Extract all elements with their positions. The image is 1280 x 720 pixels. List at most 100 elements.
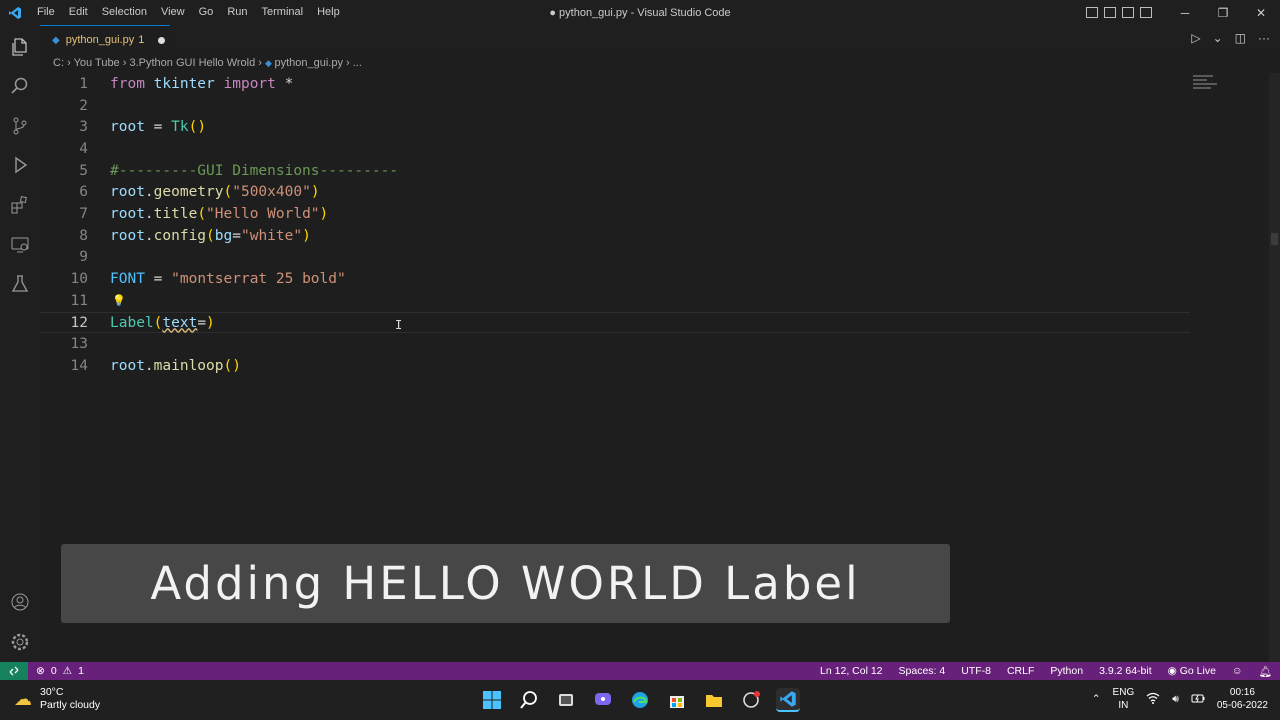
partly-cloudy-icon: ☁ bbox=[14, 688, 32, 709]
code-line[interactable]: 5 #---------GUI Dimensions--------- bbox=[40, 160, 1190, 182]
code-line[interactable]: 13 bbox=[40, 333, 1190, 355]
microsoft-store-icon[interactable] bbox=[665, 688, 689, 712]
indentation[interactable]: Spaces: 4 bbox=[899, 665, 946, 677]
run-debug-icon[interactable] bbox=[8, 153, 32, 177]
tab-python-gui[interactable]: ◆ python_gui.py 1 bbox=[40, 25, 170, 54]
line-text: FONT = "montserrat 25 bold" bbox=[110, 271, 346, 288]
code-line[interactable]: 2 bbox=[40, 95, 1190, 117]
line-number: 5 bbox=[79, 162, 88, 179]
time: 00:16 bbox=[1229, 687, 1255, 698]
menu-go[interactable]: Go bbox=[192, 0, 221, 25]
menu-help[interactable]: Help bbox=[310, 0, 347, 25]
breadcrumb-symbols[interactable]: ... bbox=[353, 57, 362, 69]
testing-icon[interactable] bbox=[8, 272, 32, 296]
code-line[interactable]: 9 bbox=[40, 247, 1190, 269]
more-actions-icon[interactable]: ··· bbox=[1258, 31, 1270, 45]
code-line[interactable]: 8 root.config(bg="white") bbox=[40, 225, 1190, 247]
file-explorer-icon[interactable] bbox=[702, 688, 726, 712]
menu-terminal[interactable]: Terminal bbox=[255, 0, 311, 25]
unsaved-dot-icon[interactable] bbox=[158, 36, 166, 44]
line-number: 13 bbox=[70, 336, 88, 353]
code-line[interactable]: 6 root.geometry("500x400") bbox=[40, 182, 1190, 204]
battery-icon[interactable] bbox=[1191, 692, 1205, 707]
warning-icon: ⚠ bbox=[62, 665, 73, 677]
vertical-scrollbar[interactable] bbox=[1269, 73, 1280, 662]
line-number: 14 bbox=[70, 357, 88, 374]
minimize-button[interactable]: ─ bbox=[1166, 6, 1204, 20]
breadcrumb-drive[interactable]: C: bbox=[53, 57, 64, 69]
end-of-line[interactable]: CRLF bbox=[1007, 665, 1034, 677]
windows-start-icon[interactable] bbox=[480, 688, 504, 712]
encoding[interactable]: UTF-8 bbox=[961, 665, 991, 677]
cursor-position[interactable]: Ln 12, Col 12 bbox=[820, 665, 882, 677]
line-number: 10 bbox=[70, 271, 88, 288]
code-line[interactable]: 11 💡 bbox=[40, 290, 1190, 312]
run-python-file-icon[interactable]: ▷ bbox=[1191, 31, 1200, 45]
vscode-taskbar-icon[interactable] bbox=[776, 688, 800, 712]
edge-browser-icon[interactable] bbox=[628, 688, 652, 712]
scrollbar-thumb[interactable] bbox=[1271, 233, 1278, 245]
language-mode[interactable]: Python bbox=[1050, 665, 1083, 677]
editor-tab-bar: ◆ python_gui.py 1 ▷ ⌄ ◫ ··· bbox=[40, 25, 1280, 54]
search-icon[interactable] bbox=[8, 74, 32, 98]
extensions-icon[interactable] bbox=[8, 193, 32, 217]
system-clock[interactable]: 00:16 05-06-2022 bbox=[1217, 686, 1268, 712]
line-text: #---------GUI Dimensions--------- bbox=[110, 162, 399, 179]
toggle-panel-icon[interactable] bbox=[1104, 7, 1116, 18]
remote-explorer-icon[interactable] bbox=[8, 233, 32, 257]
code-line-current[interactable]: 12 Label(text=) bbox=[40, 311, 1190, 334]
tab-label: python_gui.py bbox=[65, 34, 135, 46]
weather-widget[interactable]: ☁ 30°C Partly cloudy bbox=[14, 686, 100, 712]
run-dropdown-icon[interactable]: ⌄ bbox=[1213, 31, 1223, 45]
settings-gear-icon[interactable] bbox=[8, 630, 32, 654]
temperature: 30°C bbox=[40, 686, 64, 698]
date: 05-06-2022 bbox=[1216, 700, 1268, 711]
code-line[interactable]: 10 FONT = "montserrat 25 bold" bbox=[40, 268, 1190, 290]
menu-run[interactable]: Run bbox=[220, 0, 254, 25]
feedback-icon[interactable]: ☺ bbox=[1232, 665, 1243, 677]
line-number: 12 bbox=[70, 314, 88, 331]
problems-status[interactable]: ⊗ 0 ⚠ 1 bbox=[28, 665, 84, 677]
restore-button[interactable]: ❐ bbox=[1204, 6, 1242, 20]
breadcrumb-folder-youtube[interactable]: You Tube bbox=[74, 57, 120, 69]
chevron-up-icon[interactable]: ⌃ bbox=[1092, 693, 1101, 705]
customize-layout-icon[interactable] bbox=[1140, 7, 1152, 18]
title-bar: File Edit Selection View Go Run Terminal… bbox=[0, 0, 1280, 25]
menu-edit[interactable]: Edit bbox=[62, 0, 95, 25]
remote-indicator-icon[interactable] bbox=[0, 662, 28, 680]
code-line[interactable]: 7 root.title("Hello World") bbox=[40, 203, 1190, 225]
breadcrumb-file[interactable]: python_gui.py bbox=[274, 57, 343, 69]
volume-icon[interactable]: 🔊︎ bbox=[1172, 693, 1179, 706]
region-code: IN bbox=[1118, 700, 1129, 711]
code-line[interactable]: 1 from tkinter import * bbox=[40, 73, 1190, 95]
go-live-button[interactable]: ◉ Go Live bbox=[1168, 665, 1216, 677]
toggle-primary-sidebar-icon[interactable] bbox=[1086, 7, 1098, 18]
source-control-icon[interactable] bbox=[8, 114, 32, 138]
line-text: root.config(bg="white") bbox=[110, 227, 311, 244]
task-view-icon[interactable] bbox=[554, 688, 578, 712]
line-number: 4 bbox=[79, 140, 88, 157]
go-live-label: Go Live bbox=[1179, 665, 1216, 677]
toggle-secondary-sidebar-icon[interactable] bbox=[1122, 7, 1134, 18]
search-icon[interactable] bbox=[517, 688, 541, 712]
line-number: 7 bbox=[79, 206, 88, 223]
recording-app-icon[interactable] bbox=[739, 688, 763, 712]
minimap[interactable] bbox=[1193, 73, 1269, 95]
code-line[interactable]: 4 bbox=[40, 138, 1190, 160]
code-line[interactable]: 3 root = Tk() bbox=[40, 116, 1190, 138]
menu-selection[interactable]: Selection bbox=[95, 0, 154, 25]
notifications-bell-icon[interactable]: 🔔︎ bbox=[1259, 665, 1272, 678]
accounts-icon[interactable] bbox=[8, 590, 32, 614]
python-interpreter[interactable]: 3.9.2 64-bit bbox=[1099, 665, 1152, 677]
menu-file[interactable]: File bbox=[30, 0, 62, 25]
chat-icon[interactable] bbox=[591, 688, 615, 712]
lightbulb-icon[interactable]: 💡 bbox=[112, 294, 126, 307]
menu-view[interactable]: View bbox=[154, 0, 192, 25]
code-line[interactable]: 14 root.mainloop() bbox=[40, 355, 1190, 377]
explorer-icon[interactable] bbox=[8, 35, 32, 59]
close-button[interactable]: ✕ bbox=[1242, 6, 1280, 20]
breadcrumb-folder-project[interactable]: 3.Python GUI Hello Wrold bbox=[129, 57, 255, 69]
split-editor-icon[interactable]: ◫ bbox=[1235, 31, 1246, 45]
wifi-icon[interactable] bbox=[1146, 692, 1160, 707]
input-language[interactable]: ENG IN bbox=[1113, 686, 1135, 712]
